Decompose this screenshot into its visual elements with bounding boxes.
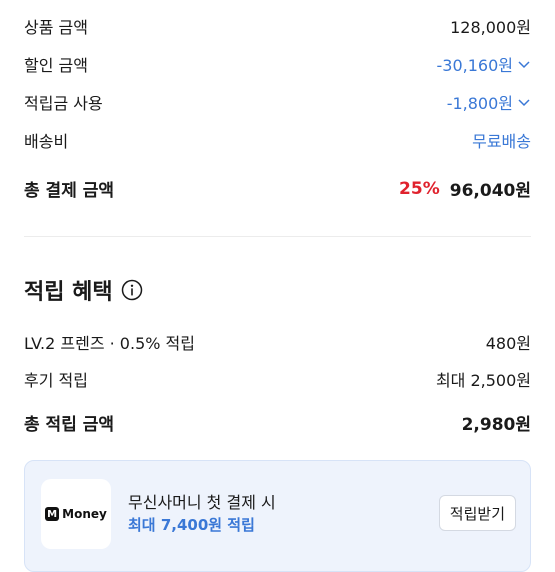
points-used-toggle[interactable]: -1,800원 bbox=[447, 90, 531, 114]
total-payment-label: 총 결제 금액 bbox=[24, 181, 115, 201]
get-reward-button[interactable]: 적립받기 bbox=[438, 495, 516, 531]
total-payment-value-group: 25% 96,040원 bbox=[399, 176, 531, 202]
money-logo-text: Money bbox=[62, 507, 107, 521]
money-promo-banner[interactable]: M Money 무신사머니 첫 결제 시 최대 7,400원 적립 적립받기 bbox=[24, 460, 531, 572]
discount-amount-label: 할인 금액 bbox=[24, 56, 88, 75]
review-reward-label: 후기 적립 bbox=[24, 371, 88, 390]
total-payment-row: 총 결제 금액 25% 96,040원 bbox=[24, 176, 531, 202]
discount-amount-value: -30,160원 bbox=[436, 56, 513, 75]
rewards-section-title: 적립 혜택 bbox=[24, 274, 143, 306]
promo-title: 무신사머니 첫 결제 시 bbox=[128, 493, 276, 512]
shipping-fee-label: 배송비 bbox=[24, 132, 69, 151]
total-reward-label: 총 적립 금액 bbox=[24, 415, 115, 435]
chevron-down-icon[interactable] bbox=[517, 95, 531, 109]
review-reward-value: 최대 2,500원 bbox=[435, 371, 531, 390]
points-used-value: -1,800원 bbox=[446, 94, 513, 113]
level-reward-value: 480원 bbox=[485, 334, 531, 353]
level-reward-label: LV.2 프렌즈 · 0.5% 적립 bbox=[24, 334, 195, 353]
info-icon[interactable] bbox=[121, 279, 143, 301]
total-reward-value: 2,980원 bbox=[461, 415, 531, 435]
discount-amount-toggle[interactable]: -30,160원 bbox=[437, 52, 531, 76]
points-used-label: 적립금 사용 bbox=[24, 94, 103, 113]
chevron-down-icon[interactable] bbox=[517, 57, 531, 71]
rewards-title-text: 적립 혜택 bbox=[24, 280, 113, 305]
total-discount-percent: 25% bbox=[399, 178, 440, 199]
money-logo-mark: M bbox=[45, 507, 60, 521]
shipping-fee-value: 무료배송 bbox=[472, 132, 531, 151]
product-amount-value: 128,000원 bbox=[450, 18, 531, 37]
product-amount-row: 상품 금액 128,000원 bbox=[24, 14, 531, 38]
discount-amount-row[interactable]: 할인 금액 -30,160원 bbox=[24, 52, 531, 76]
review-reward-row: 후기 적립 최대 2,500원 bbox=[24, 367, 531, 391]
product-amount-label: 상품 금액 bbox=[24, 18, 88, 37]
promo-subtitle: 최대 7,400원 적립 bbox=[128, 516, 255, 534]
section-divider bbox=[24, 236, 531, 237]
level-reward-row: LV.2 프렌즈 · 0.5% 적립 480원 bbox=[24, 330, 531, 354]
points-used-row[interactable]: 적립금 사용 -1,800원 bbox=[24, 90, 531, 114]
total-payment-value: 96,040원 bbox=[449, 181, 531, 201]
money-logo-icon: M Money bbox=[41, 479, 111, 549]
total-reward-row: 총 적립 금액 2,980원 bbox=[24, 410, 531, 435]
shipping-fee-row: 배송비 무료배송 bbox=[24, 128, 531, 152]
